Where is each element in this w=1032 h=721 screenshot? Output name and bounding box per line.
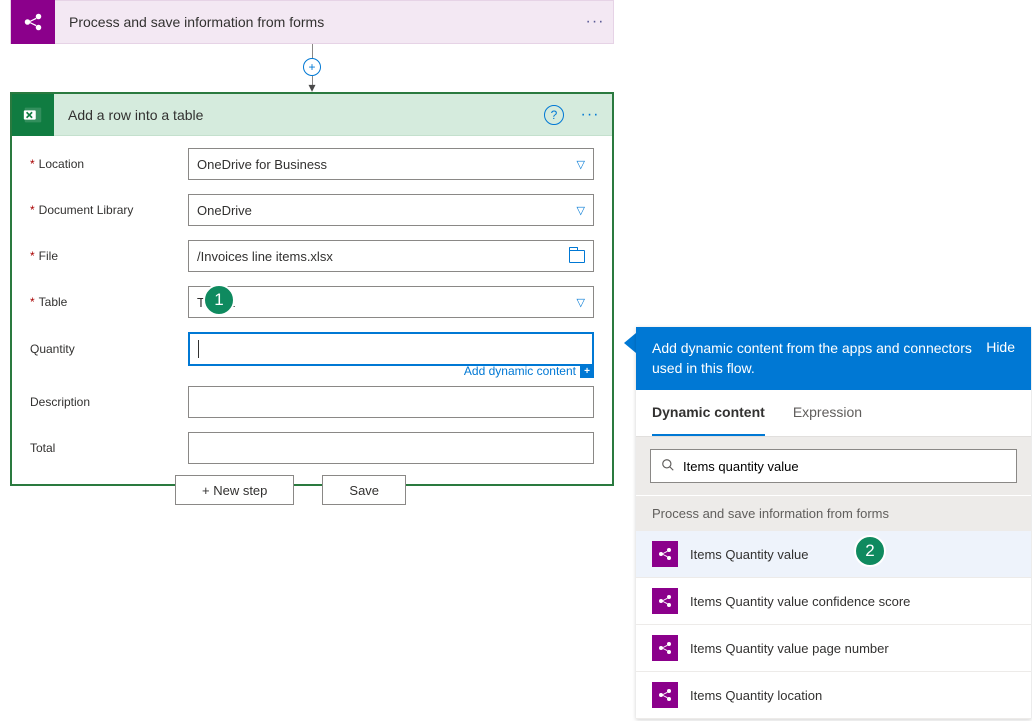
dynamic-panel-message: Add dynamic content from the apps and co…: [652, 339, 986, 378]
trigger-title: Process and save information from forms: [55, 14, 577, 30]
field-description: Description: [30, 386, 594, 418]
connector-icon: [652, 682, 678, 708]
connector-glyph-icon: [22, 11, 44, 33]
help-icon[interactable]: ?: [544, 105, 564, 125]
search-icon: [661, 458, 675, 475]
dynamic-panel-tabs: Dynamic content Expression: [636, 390, 1031, 437]
chevron-down-icon: ▽: [577, 204, 585, 217]
connector-icon: [652, 635, 678, 661]
callout-badge-2: 2: [854, 535, 886, 567]
dynamic-panel-header: Add dynamic content from the apps and co…: [636, 327, 1031, 390]
dynamic-item-label: Items Quantity value confidence score: [690, 594, 910, 609]
field-label-library: *Document Library: [30, 203, 188, 217]
connector-icon: [652, 541, 678, 567]
tab-dynamic-content[interactable]: Dynamic content: [652, 390, 765, 436]
dynamic-item-quantity-page[interactable]: Items Quantity value page number: [636, 625, 1031, 672]
flow-connector: + ▾: [300, 44, 324, 92]
location-dropdown[interactable]: OneDrive for Business ▽: [188, 148, 594, 180]
description-input[interactable]: [188, 386, 594, 418]
excel-icon: [12, 94, 54, 136]
arrow-down-icon: ▾: [308, 84, 315, 91]
field-label-file: *File: [30, 249, 188, 263]
trigger-card[interactable]: Process and save information from forms …: [10, 0, 614, 44]
action-title: Add a row into a table: [54, 107, 544, 123]
field-label-location: *Location: [30, 157, 188, 171]
dynamic-content-icon[interactable]: +: [580, 364, 594, 378]
dynamic-item-label: Items Quantity value: [690, 547, 809, 562]
callout-badge-1: 1: [203, 284, 235, 316]
dynamic-content-search[interactable]: [650, 449, 1017, 483]
hide-panel-button[interactable]: Hide: [986, 339, 1015, 355]
document-library-dropdown[interactable]: OneDrive ▽: [188, 194, 594, 226]
field-table: *Table Table1 ▽: [30, 286, 594, 318]
action-header: Add a row into a table ? ···: [12, 94, 612, 136]
quantity-input[interactable]: [188, 332, 594, 366]
field-label-quantity: Quantity: [30, 342, 188, 356]
chevron-down-icon: ▽: [577, 296, 585, 309]
action-card-excel-add-row[interactable]: Add a row into a table ? ··· *Location O…: [10, 92, 614, 486]
trigger-more-menu[interactable]: ···: [577, 13, 613, 31]
save-button[interactable]: Save: [322, 475, 406, 505]
flow-action-buttons: + New step Save: [175, 475, 406, 505]
field-quantity: Quantity: [30, 332, 594, 366]
forms-processing-icon: [11, 0, 55, 44]
dynamic-item-quantity-value[interactable]: Items Quantity value 2: [636, 531, 1031, 578]
excel-glyph-icon: [22, 104, 44, 126]
add-step-inline-button[interactable]: +: [303, 58, 321, 76]
field-total: Total: [30, 432, 594, 464]
connector-icon: [652, 588, 678, 614]
dynamic-item-label: Items Quantity location: [690, 688, 822, 703]
table-dropdown[interactable]: Table1 ▽: [188, 286, 594, 318]
field-document-library: *Document Library OneDrive ▽: [30, 194, 594, 226]
tab-expression[interactable]: Expression: [793, 390, 862, 436]
folder-icon[interactable]: [569, 250, 585, 263]
action-more-menu[interactable]: ···: [572, 106, 608, 124]
add-dynamic-content-link[interactable]: Add dynamic content: [464, 364, 576, 378]
field-label-total: Total: [30, 441, 188, 455]
field-label-table: *Table: [30, 295, 188, 309]
dynamic-search-input[interactable]: [683, 459, 1006, 474]
chevron-down-icon: ▽: [577, 158, 585, 171]
dynamic-group-header: Process and save information from forms: [636, 495, 1031, 531]
dynamic-item-quantity-confidence[interactable]: Items Quantity value confidence score: [636, 578, 1031, 625]
dynamic-content-panel: Add dynamic content from the apps and co…: [636, 327, 1031, 719]
new-step-button[interactable]: + New step: [175, 475, 294, 505]
dynamic-item-label: Items Quantity value page number: [690, 641, 889, 656]
total-input[interactable]: [188, 432, 594, 464]
field-label-description: Description: [30, 395, 188, 409]
field-file: *File /Invoices line items.xlsx: [30, 240, 594, 272]
panel-beak: [624, 333, 636, 353]
file-picker[interactable]: /Invoices line items.xlsx: [188, 240, 594, 272]
dynamic-item-quantity-location[interactable]: Items Quantity location: [636, 672, 1031, 719]
field-location: *Location OneDrive for Business ▽: [30, 148, 594, 180]
